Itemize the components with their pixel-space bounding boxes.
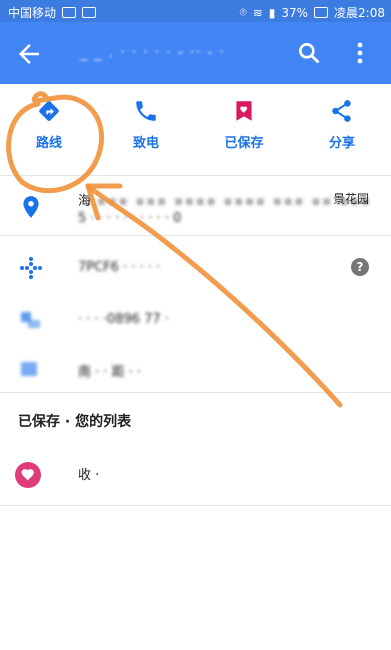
hd-icon — [62, 7, 77, 18]
app-bar: _ _ . · · · · · - ·· - · — [0, 22, 391, 84]
more-options-icon[interactable] — [350, 40, 370, 66]
help-icon[interactable]: ? — [351, 258, 369, 276]
location-pin-icon — [23, 196, 39, 218]
clock: 凌晨2:08 — [334, 6, 385, 20]
phone-icon — [136, 101, 156, 121]
favorites-label: 收 · — [78, 468, 100, 483]
address-line-1: 海 ▪▪▪ ▪▪▪ ▪▪▪▪ ▪▪▪▪ ▪▪▪ ▪▪ ▪▪▪ — [78, 194, 372, 209]
bookmark-heart-icon — [236, 101, 252, 121]
battery-icon — [314, 7, 329, 18]
phone-number-value: · · · ·0896 77 · — [78, 312, 169, 327]
area-value: 南 · · 距 · · — [78, 365, 142, 380]
directions-label: 路线 — [35, 136, 62, 151]
search-icon[interactable] — [296, 40, 322, 66]
call-button[interactable]: 致电 — [97, 98, 195, 162]
favorite-heart-icon — [15, 462, 41, 488]
address-line-2: 5 · · · · · · · · · · 0 — [78, 211, 182, 226]
call-label: 致电 — [132, 136, 159, 151]
area-row[interactable]: 南 · · 距 · · — [0, 345, 391, 393]
share-label: 分享 — [328, 136, 355, 151]
signal-icon: ▮ — [268, 5, 276, 20]
favorites-list-item[interactable]: 收 · — [0, 444, 391, 506]
notification-icon — [82, 7, 97, 18]
share-icon — [332, 100, 351, 122]
directions-button[interactable]: 路线 — [0, 98, 98, 162]
share-button[interactable]: 分享 — [293, 98, 391, 162]
battery-percent: 37% — [281, 5, 309, 20]
saved-lists-header: 已保存 · 您的列表 — [18, 414, 132, 430]
location-icon: ⌾ — [239, 5, 247, 19]
status-bar: 中国移动 ⌾ ≋ ▮ 37% 凌晨2:08 — [0, 0, 391, 22]
carrier-label: 中国移动 — [8, 6, 57, 20]
plus-code-icon — [20, 257, 42, 279]
phone-number-icon — [21, 312, 40, 328]
back-arrow-icon[interactable] — [14, 39, 44, 69]
plus-code-row[interactable]: 7PCF6 · · · · · ? — [0, 244, 391, 292]
action-bar: 路线 致电 已保存 分享 — [0, 84, 391, 176]
address-row[interactable]: 海 ▪▪▪ ▪▪▪ ▪▪▪▪ ▪▪▪▪ ▪▪▪ ▪▪ ▪▪▪ 景花园 5 · ·… — [0, 178, 391, 236]
address-suffix: 景花园 — [333, 192, 370, 206]
directions-icon — [39, 101, 59, 121]
area-icon — [21, 362, 37, 376]
plus-code-value: 7PCF6 · · · · · — [78, 260, 161, 275]
place-title: _ _ . · · · · · - ·· - · — [80, 43, 226, 61]
phone-row[interactable]: · · · ·0896 77 · — [0, 296, 391, 344]
saved-button[interactable]: 已保存 — [195, 98, 293, 162]
wifi-icon: ≋ — [252, 5, 263, 20]
saved-label: 已保存 — [224, 136, 264, 151]
